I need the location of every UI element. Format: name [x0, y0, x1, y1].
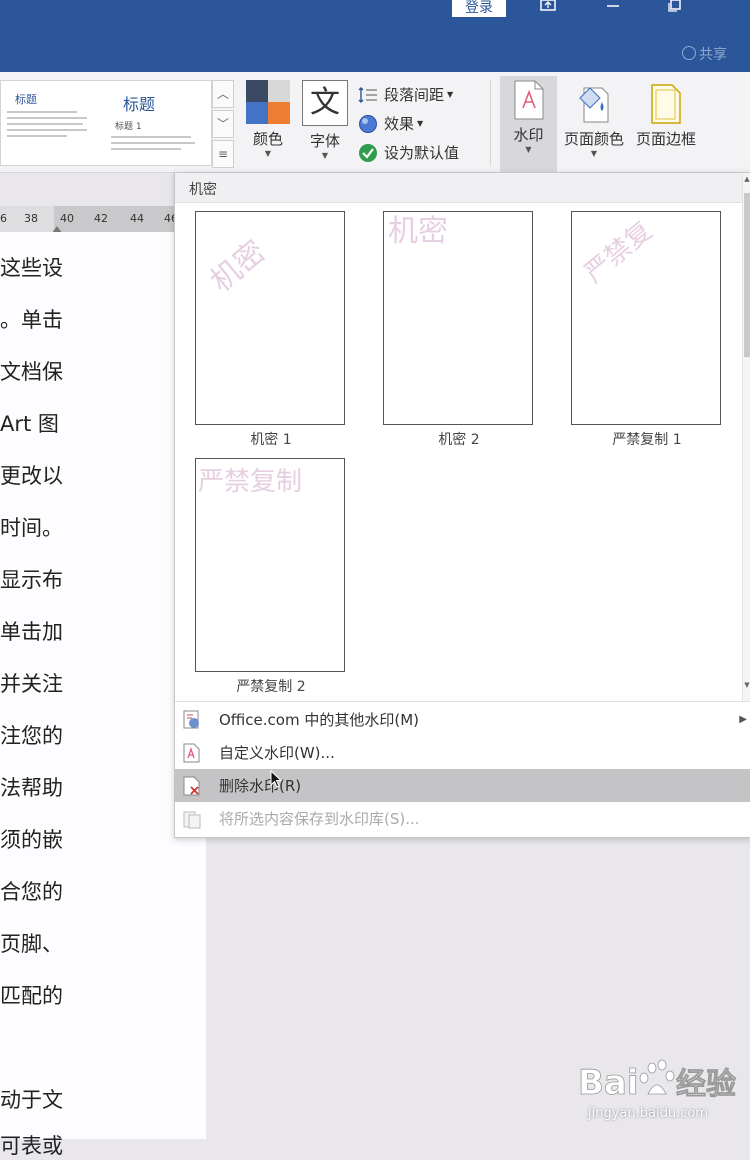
design-ribbon: 标题 标题 标题 1 ︿ ﹀ ≡ 颜色 ▼ 文 字体 ▼ 段落间距 ▼ 效果 ▼…: [0, 72, 750, 173]
doc-line: 注您的: [0, 724, 63, 748]
share-button[interactable]: 共享: [682, 44, 727, 64]
page-color-button[interactable]: 页面颜色 ▼: [560, 80, 628, 158]
watermark-dropdown: 机密 ▲ ▼ 机密 机密 1 机密 机密 2 严禁复 严禁复制 1 严禁复制 严…: [174, 172, 750, 838]
watermark-thumb-confidential-1[interactable]: 机密 机密 1: [195, 211, 347, 449]
baidu-jingyan-logo: Bai 经验 jingyan.baidu.com: [578, 1058, 748, 1128]
style-thumb-2[interactable]: 标题 标题 1: [105, 87, 201, 159]
doc-line: 。单击: [0, 308, 63, 332]
scroll-up-icon[interactable]: ▲: [743, 175, 750, 183]
paragraph-spacing-icon: [358, 85, 378, 105]
effects-icon: [358, 114, 378, 134]
caret-down-icon: ▼: [264, 149, 272, 158]
remove-watermark-icon: [183, 776, 201, 796]
caret-down-icon: ▼: [590, 149, 598, 158]
doc-line: 可表或: [0, 1134, 63, 1158]
doc-line: 合您的: [0, 880, 63, 904]
gallery-scroll: ︿ ﹀ ≡: [212, 80, 234, 168]
doc-line: 法帮助: [0, 776, 63, 800]
doc-line: Art 图: [0, 412, 59, 436]
gallery-up-icon[interactable]: ︿: [212, 80, 234, 108]
color-palette-icon: [246, 80, 290, 124]
watermark-thumb-no-copy-1[interactable]: 严禁复 严禁复制 1: [571, 211, 723, 449]
style-set-gallery[interactable]: 标题 标题 标题 1: [0, 80, 212, 166]
set-as-default-button[interactable]: 设为默认值: [358, 138, 486, 167]
svg-text:Bai: Bai: [578, 1063, 639, 1103]
custom-watermark-icon: [183, 743, 201, 763]
doc-line: 文档保: [0, 360, 63, 384]
style-thumb-1[interactable]: 标题: [1, 87, 97, 159]
custom-watermark-item[interactable]: 自定义水印(W)...: [175, 736, 750, 769]
caret-down-icon: ▼: [525, 145, 532, 154]
watermark-thumb-confidential-2[interactable]: 机密 机密 2: [383, 211, 535, 449]
remove-watermark-item[interactable]: 删除水印(R): [175, 769, 750, 802]
page-borders-icon: [650, 84, 682, 124]
fonts-button[interactable]: 文 字体 ▼: [302, 80, 348, 168]
paragraph-spacing-button[interactable]: 段落间距 ▼: [358, 80, 486, 109]
checkmark-icon: [358, 143, 378, 163]
watermark-button[interactable]: 水印 ▼: [500, 76, 557, 172]
person-icon: [682, 46, 696, 60]
gallery-down-icon[interactable]: ﹀: [212, 110, 234, 138]
doc-line: 页脚、: [0, 932, 63, 956]
doc-line: 时间。: [0, 516, 63, 540]
save-to-watermark-gallery-item[interactable]: 将所选内容保存到水印库(S)...: [175, 802, 750, 835]
doc-line: 单击加: [0, 620, 63, 644]
minimize-icon[interactable]: [602, 0, 624, 14]
page-borders-button[interactable]: 页面边框: [632, 80, 700, 149]
gallery-more-icon[interactable]: ≡: [212, 140, 234, 168]
doc-line: 须的嵌: [0, 828, 63, 852]
fonts-icon: 文: [302, 80, 348, 126]
watermark-thumb-no-copy-2[interactable]: 严禁复制 严禁复制 2: [195, 458, 347, 696]
save-gallery-icon: [183, 809, 201, 829]
horizontal-ruler: 6 38 40 42 44 46: [0, 206, 190, 233]
scroll-thumb[interactable]: [744, 193, 750, 357]
mouse-cursor-icon: [270, 769, 283, 788]
scroll-down-icon[interactable]: ▼: [743, 681, 750, 689]
doc-line: 这些设: [0, 256, 63, 280]
caret-down-icon: ▼: [321, 151, 329, 160]
watermark-icon: [513, 80, 545, 120]
restore-ribbon-icon[interactable]: [537, 0, 559, 14]
format-commands: 段落间距 ▼ 效果 ▼ 设为默认值: [358, 80, 486, 167]
title-bar: 登录 共享: [0, 0, 750, 72]
doc-line: 匹配的: [0, 984, 63, 1008]
svg-text:经验: 经验: [676, 1067, 736, 1102]
section-header: 机密: [175, 173, 743, 203]
doc-line: 动于文: [0, 1088, 63, 1112]
office-watermark-icon: [183, 710, 201, 730]
maximize-icon[interactable]: [664, 0, 686, 14]
doc-line: 并关注: [0, 672, 63, 696]
gallery-scrollbar[interactable]: ▲ ▼: [742, 173, 750, 701]
doc-line: 显示布: [0, 568, 63, 592]
doc-line: 更改以: [0, 464, 63, 488]
login-button[interactable]: 登录: [452, 0, 506, 17]
page-color-icon: [578, 84, 610, 124]
colors-button[interactable]: 颜色 ▼: [246, 80, 290, 168]
effects-button[interactable]: 效果 ▼: [358, 109, 486, 138]
more-watermarks-office-item[interactable]: Office.com 中的其他水印(M) ▶: [175, 703, 750, 736]
submenu-arrow-icon: ▶: [739, 714, 747, 725]
